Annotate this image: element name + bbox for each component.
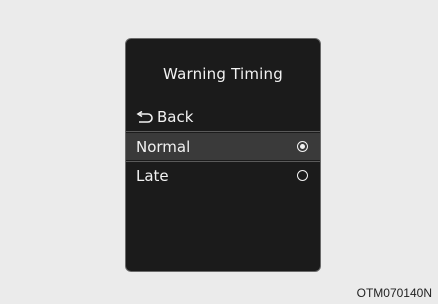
radio-selected-icon — [297, 141, 308, 152]
menu-title: Warning Timing — [163, 65, 283, 83]
figure-code: OTM070140N — [356, 286, 432, 300]
option-normal[interactable]: Normal — [126, 133, 320, 160]
cluster-display: Warning Timing Back Normal Late — [125, 38, 321, 272]
back-button[interactable]: Back — [136, 108, 193, 126]
option-late[interactable]: Late — [126, 162, 320, 189]
divider — [126, 131, 320, 132]
return-arrow-icon — [136, 110, 153, 124]
option-label: Late — [136, 166, 169, 185]
option-label: Normal — [136, 137, 191, 156]
radio-unselected-icon — [297, 170, 308, 181]
back-label: Back — [157, 108, 194, 126]
